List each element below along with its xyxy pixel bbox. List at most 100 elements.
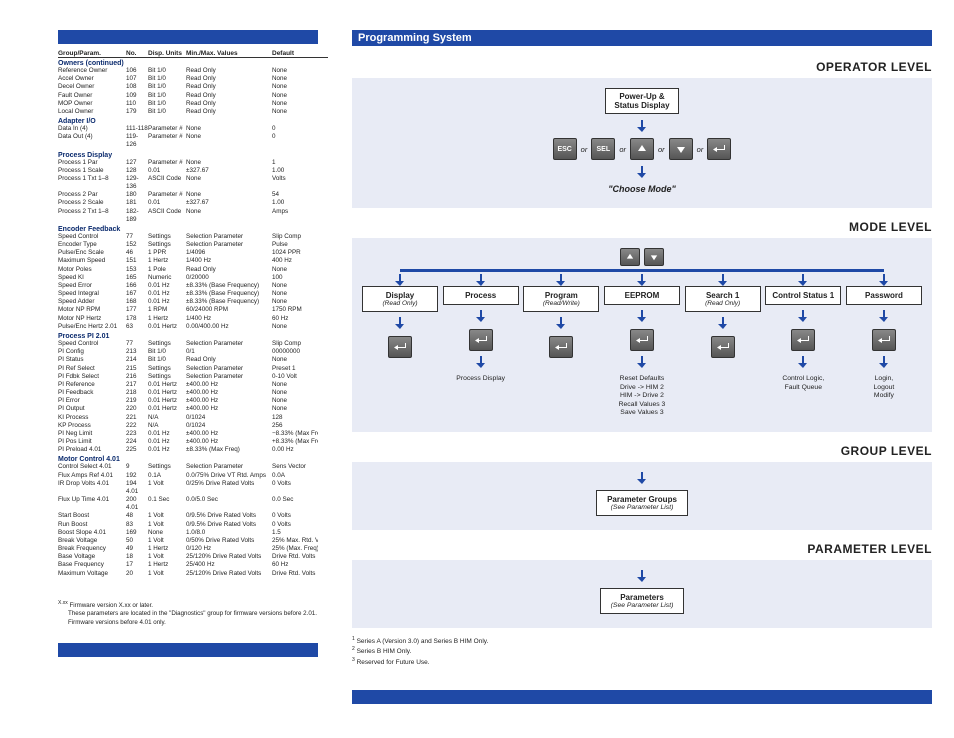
left-footnotes: X.xx Firmware version X.xx or later. The… <box>58 600 328 627</box>
fn-xxx: Firmware version X.xx or later. <box>69 602 153 609</box>
sel-key[interactable]: SEL <box>591 138 615 160</box>
table-row: Speed KI165Numeric0/20000100 <box>58 274 328 282</box>
arrow-down-icon <box>798 356 808 370</box>
mode-item: Search 1(Read Only) <box>685 286 761 417</box>
table-row: Flux Amps Ref 4.011920.1A0.0/75% Drive V… <box>58 472 328 480</box>
mode-box: Display(Read Only) <box>362 286 438 312</box>
group-level-region: Parameter Groups (See Parameter List) <box>352 462 932 530</box>
arrow-down-icon <box>879 356 889 370</box>
mode-level-region: Display(Read Only)ProcessProcess Display… <box>352 238 932 431</box>
arrow-down-icon <box>879 310 889 324</box>
table-row: Start Boost481 Volt0/9.5% Drive Rated Vo… <box>58 512 328 520</box>
fn-diag: These parameters are located in the "Dia… <box>68 610 328 618</box>
mode-fanout-arrows <box>362 274 922 286</box>
table-row: PI Config213Bit 1/00/100000000 <box>58 348 328 356</box>
mode-level-heading: MODE LEVEL <box>352 220 932 234</box>
programming-system-title: Programming System <box>358 32 472 44</box>
table-group-heading: Encoder Feedback <box>58 226 328 233</box>
table-row: KI Process221N/A0/1024128 <box>58 414 328 422</box>
power-up-box: Power-Up &Status Display <box>605 88 678 114</box>
arrow-down-icon <box>395 317 405 331</box>
down-key[interactable] <box>644 248 664 266</box>
mode-lane: Display(Read Only)ProcessProcess Display… <box>362 286 922 417</box>
operator-level-region: Power-Up &Status Display ESCor SELor or … <box>352 78 932 208</box>
mode-item: Display(Read Only) <box>362 286 438 417</box>
mode-box: Search 1(Read Only) <box>685 286 761 312</box>
table-row: Flux Up Time 4.01200 4.010.1 Sec0.0/5.0 … <box>58 496 328 512</box>
esc-key[interactable]: ESC <box>553 138 577 160</box>
enter-key[interactable] <box>388 336 412 358</box>
up-key[interactable] <box>620 248 640 266</box>
table-row: Process 1 Txt 1–8129-136ASCII CodeNoneVo… <box>58 175 328 191</box>
group-level-heading: GROUP LEVEL <box>352 444 932 458</box>
mode-sublabel: Reset DefaultsDrive -> HIM 2HIM -> Drive… <box>619 375 666 417</box>
table-row: Break Voltage501 Volt0/50% Drive Rated V… <box>58 537 328 545</box>
enter-key[interactable] <box>707 138 731 160</box>
table-row: Fault Owner109Bit 1/0Read OnlyNone <box>58 92 328 100</box>
col-no: No. <box>126 50 148 57</box>
table-row: Data Out (4)119-126Parameter #None0 <box>58 133 328 149</box>
table-row: Accel Owner107Bit 1/0Read OnlyNone <box>58 75 328 83</box>
fn-fw401: Firmware versions before 4.01 only. <box>68 619 328 627</box>
table-row: PI Output2200.01 Hertz±400.00 HzNone <box>58 405 328 413</box>
table-row: Reference Owner106Bit 1/0Read OnlyNone <box>58 67 328 75</box>
up-key[interactable] <box>630 138 654 160</box>
table-row: Encoder Type152SettingsSelection Paramet… <box>58 241 328 249</box>
table-row: KP Process222N/A0/1024256 <box>58 422 328 430</box>
mode-sublabel: Login,LogoutModify <box>874 375 895 400</box>
programming-system-panel: Programming System OPERATOR LEVEL Power-… <box>340 0 954 716</box>
key-row: ESCor SELor or or <box>553 138 732 160</box>
table-row: Process 1 Par127Parameter #None1 <box>58 159 328 167</box>
mode-box: Program(Read/Write) <box>523 286 599 312</box>
table-row: Motor NP RPM1771 RPM60/24000 RPM1750 RPM <box>58 306 328 314</box>
table-row: Base Frequency171 Hertz25/400 Hz60 Hz <box>58 561 328 569</box>
mode-item: EEPROMReset DefaultsDrive -> HIM 2HIM ->… <box>604 286 680 417</box>
table-row: Motor NP Hertz1781 Hertz1/400 Hz60 Hz <box>58 315 328 323</box>
table-row: PI Fdbk Select216SettingsSelection Param… <box>58 373 328 381</box>
mode-box: Process <box>443 286 519 305</box>
mode-sublabel: Control Logic,Fault Queue <box>782 375 824 392</box>
table-body: Owners (continued)Reference Owner106Bit … <box>58 60 328 578</box>
parameter-level-region: Parameters (See Parameter List) <box>352 560 932 628</box>
table-group-heading: Adapter I/O <box>58 118 328 125</box>
arrow-down-icon <box>637 570 647 582</box>
enter-key[interactable] <box>469 329 493 351</box>
table-group-heading: Owners (continued) <box>58 60 328 67</box>
down-key[interactable] <box>669 138 693 160</box>
table-row: PI Error2190.01 Hertz±400.00 HzNone <box>58 397 328 405</box>
right-footnotes: 1 Series A (Version 3.0) and Series B HI… <box>352 636 932 668</box>
enter-key[interactable] <box>549 336 573 358</box>
left-header-bar <box>58 30 318 44</box>
table-row: Maximum Speed1511 Hertz1/400 Hz400 Hz <box>58 257 328 265</box>
enter-key[interactable] <box>630 329 654 351</box>
table-header-row: Group/Param. No. Disp. Units Min./Max. V… <box>58 50 328 58</box>
table-group-heading: Process Display <box>58 152 328 159</box>
table-row: PI Pos Limit2240.01 Hz±400.00 Hz+8.33% (… <box>58 438 328 446</box>
table-row: Decel Owner108Bit 1/0Read OnlyNone <box>58 83 328 91</box>
table-row: Pulse/Enc Hertz 2.01630.01 Hertz0.00/400… <box>58 323 328 331</box>
right-footer-bar <box>352 690 932 704</box>
arrow-down-icon <box>637 310 647 324</box>
table-row: Break Frequency491 Hertz0/120 Hz25% (Max… <box>58 545 328 553</box>
mode-item: Program(Read/Write) <box>523 286 599 417</box>
col-group: Group/Param. <box>58 50 126 57</box>
enter-key[interactable] <box>711 336 735 358</box>
table-row: PI Neg Limit2230.01 Hz±400.00 Hz−8.33% (… <box>58 430 328 438</box>
fn3: Reserved for Future Use. <box>357 659 430 666</box>
arrow-down-icon <box>637 120 647 132</box>
mode-box: Password <box>846 286 922 305</box>
enter-key[interactable] <box>872 329 896 351</box>
arrow-down-icon <box>556 317 566 331</box>
table-row: Speed Adder1680.01 Hz±8.33% (Base Freque… <box>58 298 328 306</box>
choose-mode-label: "Choose Mode" <box>608 184 676 194</box>
table-row: Pulse/Enc Scale461 PPR1/40961024 PPR <box>58 249 328 257</box>
table-group-heading: Motor Control 4.01 <box>58 456 328 463</box>
table-row: Motor Poles1531 PoleRead OnlyNone <box>58 266 328 274</box>
table-row: Speed Control77SettingsSelection Paramet… <box>58 233 328 241</box>
table-row: Control Select 4.019SettingsSelection Pa… <box>58 463 328 471</box>
mode-item: ProcessProcess Display <box>443 286 519 417</box>
programming-system-header: Programming System <box>352 30 932 46</box>
parameter-level-heading: PARAMETER LEVEL <box>352 542 932 556</box>
arrow-down-icon <box>637 472 647 484</box>
enter-key[interactable] <box>791 329 815 351</box>
